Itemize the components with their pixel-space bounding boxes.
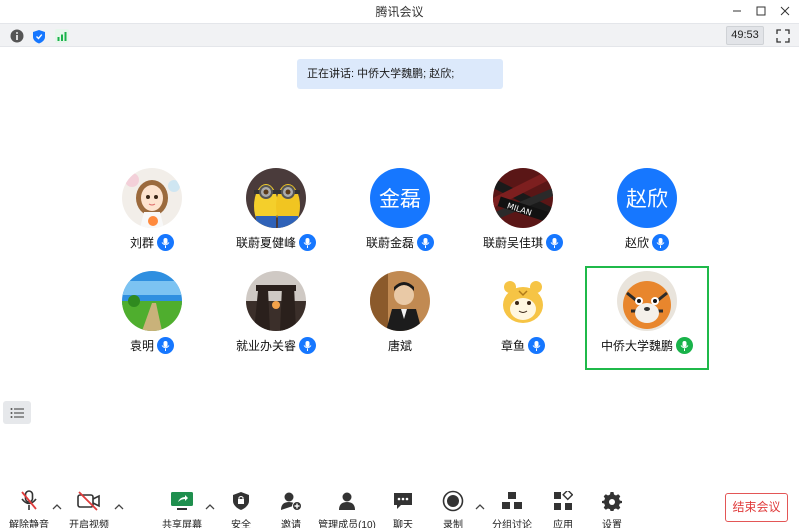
microphone-icon [528, 337, 545, 354]
microphone-icon [546, 234, 563, 251]
unmute-button[interactable]: 解除静音 [8, 490, 50, 528]
avatar [246, 168, 306, 228]
participant-tile[interactable]: 赵欣 赵欣 [585, 168, 709, 272]
participant-tile[interactable]: 联蔚夏健峰 [214, 168, 338, 272]
avatar: 金磊 [370, 168, 430, 228]
members-icon [334, 490, 360, 512]
participant-name: 联蔚夏健峰 [235, 236, 296, 250]
participant-name: 章鱼 [500, 339, 525, 353]
security-button[interactable]: 安全 [226, 490, 256, 528]
list-icon [10, 407, 24, 418]
add-person-icon [278, 490, 304, 512]
participant-name: 联蔚吴佳琪 [482, 236, 543, 250]
share-screen-button[interactable]: 共享屏幕 [162, 490, 202, 528]
avatar [246, 271, 306, 331]
avatar: 赵欣 [617, 168, 677, 228]
apps-button[interactable]: 应用 [548, 490, 578, 528]
chat-button[interactable]: 聊天 [388, 490, 418, 528]
participant-tile[interactable]: 刘群 [90, 168, 214, 272]
audio-options-chevron-up-icon[interactable] [52, 498, 62, 510]
microphone-icon [157, 337, 174, 354]
microphone-icon [652, 234, 669, 251]
participant-tile[interactable]: 金磊 联蔚金磊 [338, 168, 462, 272]
record-options-chevron-up-icon[interactable] [475, 498, 485, 510]
microphone-icon [299, 337, 316, 354]
breakout-rooms-button[interactable]: 分组讨论 [492, 490, 532, 528]
participant-name: 唐斌 [387, 339, 412, 353]
participant-grid: 刘群 联蔚夏健峰 金磊 联蔚金磊 MILAN 联蔚吴佳琪 赵欣 赵欣 袁明 就业… [0, 0, 799, 528]
end-meeting-button[interactable]: 结束会议 [725, 493, 788, 522]
camera-off-icon [76, 490, 102, 512]
manage-members-button[interactable]: 管理成员(10) [318, 490, 376, 528]
microphone-icon [157, 234, 174, 251]
participant-name: 联蔚金磊 [365, 236, 414, 250]
participant-tile[interactable]: 章鱼 [461, 271, 585, 375]
participant-tile[interactable]: 袁明 [90, 271, 214, 375]
invite-button[interactable]: 邀请 [276, 490, 306, 528]
gear-icon [599, 490, 625, 512]
shield-icon [228, 490, 254, 512]
video-options-chevron-up-icon[interactable] [114, 498, 124, 510]
participant-tile[interactable]: MILAN 联蔚吴佳琪 [461, 168, 585, 272]
participant-name: 袁明 [129, 339, 154, 353]
record-button[interactable]: 录制 [438, 490, 468, 528]
participant-name: 刘群 [129, 236, 154, 250]
record-icon [440, 490, 466, 512]
avatar: MILAN [493, 168, 553, 228]
participant-tile[interactable]: 唐斌 [338, 271, 462, 375]
settings-button[interactable]: 设置 [597, 490, 627, 528]
active-speaker-highlight [585, 266, 709, 370]
breakout-icon [499, 490, 525, 512]
participant-name: 就业办关睿 [235, 339, 296, 353]
microphone-muted-icon [16, 490, 42, 512]
apps-icon [550, 490, 576, 512]
participant-name: 赵欣 [624, 236, 649, 250]
meeting-toolbar: 解除静音 开启视频 共享屏幕 安全 邀请 管理成员(10) 聊天 录制 分组讨论… [0, 480, 799, 528]
participant-tile[interactable]: 就业办关睿 [214, 271, 338, 375]
share-options-chevron-up-icon[interactable] [205, 498, 215, 510]
share-screen-icon [169, 490, 195, 512]
chat-icon [390, 490, 416, 512]
avatar [122, 168, 182, 228]
avatar [122, 271, 182, 331]
microphone-icon [299, 234, 316, 251]
avatar [493, 271, 553, 331]
start-video-button[interactable]: 开启视频 [68, 490, 110, 528]
avatar [370, 271, 430, 331]
participant-list-toggle[interactable] [3, 401, 31, 424]
microphone-icon [417, 234, 434, 251]
